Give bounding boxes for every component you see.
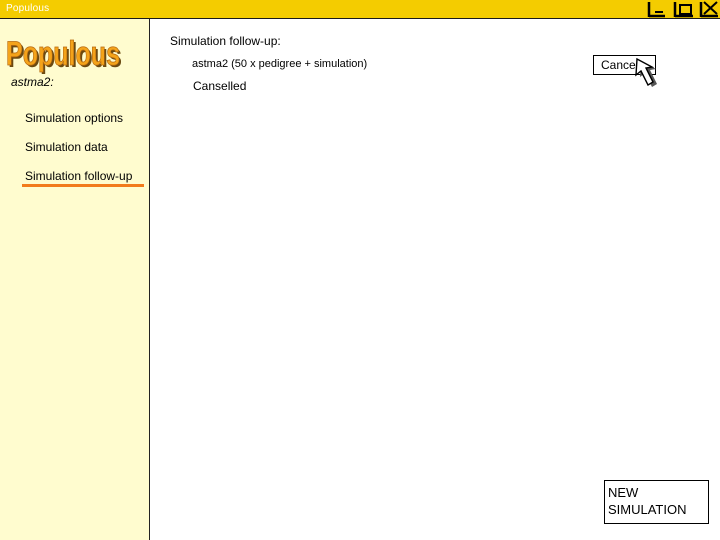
simulation-description: astma2 (50 x pedigree + simulation) [192, 58, 368, 70]
minimize-icon[interactable] [646, 0, 668, 19]
new-simulation-button[interactable]: NEW SIMULATION [604, 480, 709, 524]
page-title: Simulation follow-up: [170, 34, 281, 48]
nav-simulation-follow-up[interactable]: Simulation follow-up [25, 169, 132, 183]
mouse-pointer-icon [635, 57, 657, 87]
simulation-name: astma2: [11, 75, 54, 89]
populous-logo: Populous Populous [6, 35, 122, 75]
logo-text: Populous [6, 35, 120, 73]
simulation-status: Canselled [193, 79, 247, 93]
close-icon[interactable] [698, 0, 720, 19]
window-title: Populous [6, 3, 50, 14]
title-bar: Populous [0, 0, 720, 19]
nav-simulation-data[interactable]: Simulation data [25, 140, 108, 154]
sidebar: Populous Populous astma2: Simulation opt… [0, 19, 150, 540]
active-nav-underline [22, 184, 144, 187]
maximize-icon[interactable] [672, 0, 696, 19]
nav-simulation-options[interactable]: Simulation options [25, 111, 123, 125]
